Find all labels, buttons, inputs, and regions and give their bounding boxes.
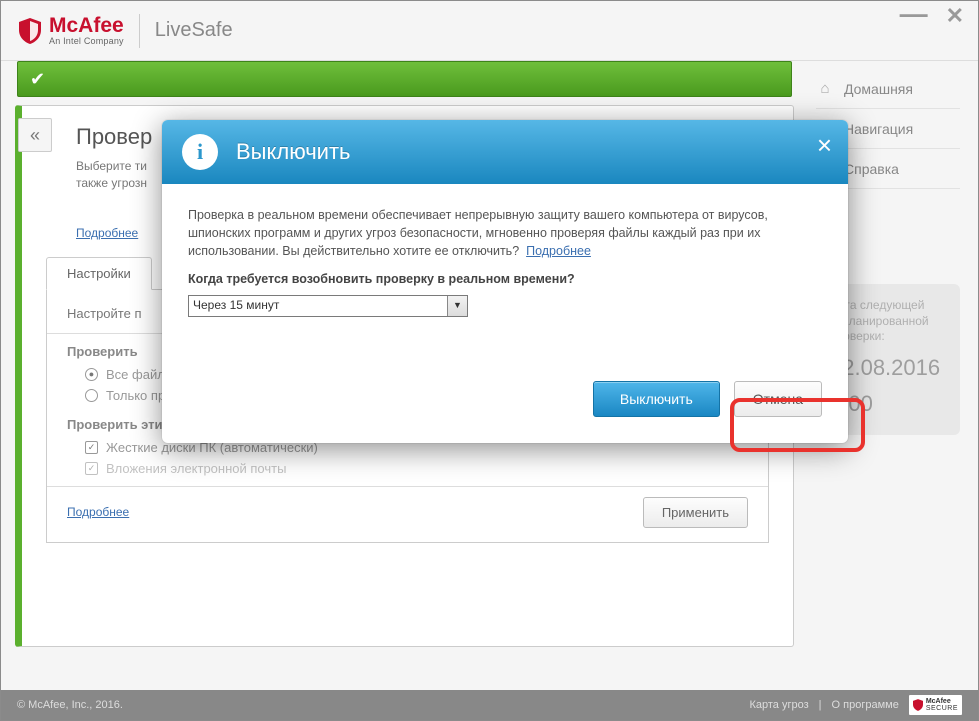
brand-name: McAfee [49, 15, 124, 36]
threat-map-link[interactable]: Карта угроз [749, 699, 808, 711]
sidebar-item-label: Навигация [844, 121, 913, 137]
apply-button[interactable]: Применить [643, 497, 748, 528]
more-link-2[interactable]: Подробнее [67, 505, 129, 519]
product-name: LiveSafe [155, 19, 233, 42]
disable-confirm-button[interactable]: Выключить [593, 381, 720, 417]
close-button[interactable]: ✕ [946, 9, 964, 23]
divider [47, 486, 768, 487]
mcafee-shield-icon [19, 18, 41, 44]
settings-tab[interactable]: Настройки [46, 257, 152, 290]
checkbox-icon: ✓ [85, 441, 98, 454]
radio-icon [85, 389, 98, 402]
minimize-button[interactable]: — [900, 7, 928, 21]
home-icon: ⌂ [816, 80, 834, 97]
dialog-body: Проверка в реальном времени обеспечивает… [162, 184, 848, 337]
sidebar-item-label: Домашняя [844, 81, 913, 97]
app-window: McAfee An Intel Company LiveSafe — ✕ ✔ «… [0, 0, 979, 721]
secure-badge: McAfeeSECURE [909, 695, 962, 715]
dialog-question: Когда требуется возобновить проверку в р… [188, 270, 822, 288]
sidebar-item-home[interactable]: ⌂ Домашняя [816, 69, 960, 109]
dialog-text: Проверка в реальном времени обеспечивает… [188, 208, 768, 258]
about-link[interactable]: О программе [832, 699, 899, 711]
sidebar-item-label: Справка [844, 161, 899, 177]
divider [139, 14, 140, 48]
window-controls: — ✕ [900, 9, 964, 23]
brand-subtitle: An Intel Company [49, 37, 124, 46]
back-button[interactable]: « [18, 118, 52, 152]
chevron-down-icon: ▼ [447, 296, 467, 316]
check-label: Вложения электронной почты [106, 461, 286, 476]
dialog-close-button[interactable]: × [817, 136, 832, 154]
check-email[interactable]: ✓ Вложения электронной почты [85, 461, 748, 476]
brand-logo: McAfee An Intel Company [19, 15, 124, 46]
resume-time-select[interactable]: Через 15 минут ▼ [188, 295, 468, 317]
status-strip: ✔ [17, 61, 792, 97]
dialog-more-link[interactable]: Подробнее [526, 244, 591, 258]
checkbox-icon: ✓ [85, 462, 98, 475]
more-link[interactable]: Подробнее [76, 226, 138, 240]
dialog-header: i Выключить × [162, 120, 848, 184]
cancel-button[interactable]: Отмена [734, 381, 822, 417]
select-value: Через 15 минут [193, 298, 279, 312]
info-icon: i [182, 134, 218, 170]
disable-dialog: i Выключить × Проверка в реальном времен… [162, 120, 848, 443]
titlebar: McAfee An Intel Company LiveSafe — ✕ [1, 1, 978, 61]
statusbar: © McAfee, Inc., 2016. Карта угроз | О пр… [1, 690, 978, 720]
dialog-title: Выключить [236, 139, 351, 165]
checkmark-icon: ✔ [30, 69, 45, 90]
radio-icon: ● [85, 368, 98, 381]
copyright: © McAfee, Inc., 2016. [17, 699, 123, 711]
dialog-actions: Выключить Отмена [162, 381, 848, 443]
